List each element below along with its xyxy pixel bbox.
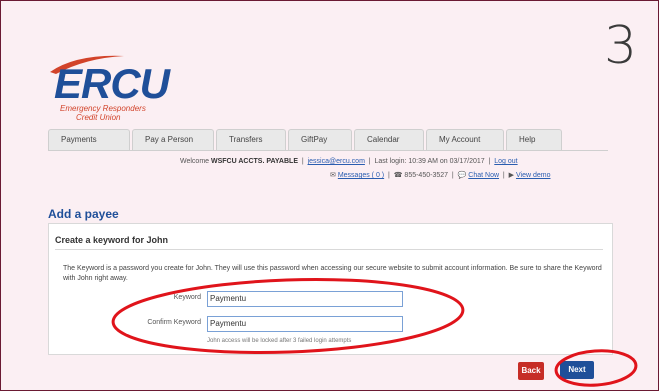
annotation-circle-fields <box>111 278 465 354</box>
annotation-circle-next <box>554 349 638 387</box>
annotation-layer <box>111 278 638 387</box>
